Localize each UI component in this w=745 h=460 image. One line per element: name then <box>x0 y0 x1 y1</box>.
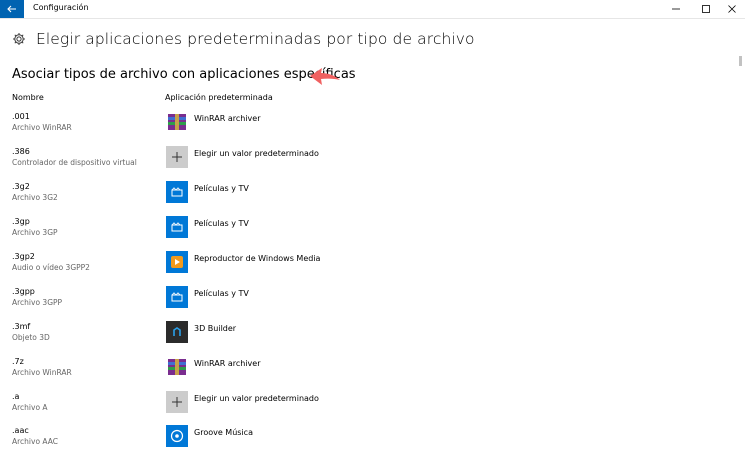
scrollbar[interactable] <box>739 56 742 66</box>
list-item: .a Archivo A Elegir un valor predetermin… <box>0 391 730 426</box>
file-description: Archivo 3GPP <box>12 298 63 307</box>
groove-music-icon[interactable] <box>166 425 188 447</box>
list-item: .3gpp Archivo 3GPP Películas y TV <box>0 286 730 321</box>
close-button[interactable] <box>717 0 745 18</box>
back-arrow-icon <box>7 5 16 13</box>
minimize-icon <box>672 8 680 10</box>
file-extension: .7z <box>12 357 24 366</box>
file-extension: .3gpp <box>12 287 35 296</box>
list-item: .3g2 Archivo 3G2 Películas y TV <box>0 181 730 216</box>
back-button[interactable] <box>0 0 24 18</box>
file-extension: .3g2 <box>12 182 30 191</box>
annotation-arrow-icon <box>310 68 340 85</box>
default-app-button[interactable]: WinRAR archiver <box>194 114 261 123</box>
default-app-button[interactable]: Reproductor de Windows Media <box>194 254 320 263</box>
file-extension: .3gp2 <box>12 252 35 261</box>
file-extension: .a <box>12 392 20 401</box>
maximize-icon <box>702 5 710 13</box>
choose-default-button[interactable]: Elegir un valor predeterminado <box>194 394 319 403</box>
file-description: Archivo AAC <box>12 437 58 446</box>
file-extension: .3mf <box>12 322 31 331</box>
choose-default-button[interactable]: Elegir un valor predeterminado <box>194 149 319 158</box>
title-bar: Configuración <box>0 0 745 19</box>
section-title: Asociar tipos de archivo con aplicacione… <box>12 67 356 82</box>
default-app-button[interactable]: Películas y TV <box>194 289 249 298</box>
windows-media-player-icon[interactable] <box>166 251 188 273</box>
window-title: Configuración <box>33 3 89 12</box>
page-title: Elegir aplicaciones predeterminadas por … <box>36 30 475 48</box>
file-description: Objeto 3D <box>12 333 50 342</box>
column-header-app: Aplicación predeterminada <box>165 93 273 102</box>
default-app-button[interactable]: Películas y TV <box>194 219 249 228</box>
file-description: Archivo WinRAR <box>12 368 72 377</box>
gear-icon <box>13 33 25 45</box>
file-description: Archivo WinRAR <box>12 123 72 132</box>
list-item: .386 Controlador de dispositivo virtual … <box>0 146 730 181</box>
plus-icon[interactable] <box>166 146 188 168</box>
default-app-button[interactable]: 3D Builder <box>194 324 236 333</box>
column-header-name: Nombre <box>12 93 44 102</box>
file-description: Archivo 3G2 <box>12 193 58 202</box>
page-header: Elegir aplicaciones predeterminadas por … <box>12 30 475 48</box>
movies-tv-icon[interactable] <box>166 286 188 308</box>
file-description: Archivo 3GP <box>12 228 58 237</box>
list-item: .001 Archivo WinRAR WinRAR archiver <box>0 111 730 146</box>
close-icon <box>728 5 736 13</box>
default-app-button[interactable]: Películas y TV <box>194 184 249 193</box>
list-item: .3gp Archivo 3GP Películas y TV <box>0 216 730 251</box>
file-description: Controlador de dispositivo virtual <box>12 158 137 167</box>
list-item: .3gp2 Audio o vídeo 3GPP2 Reproductor de… <box>0 251 730 286</box>
file-extension: .aac <box>12 426 29 435</box>
list-item: .3mf Objeto 3D 3D Builder <box>0 321 730 356</box>
file-extension: .3gp <box>12 217 30 226</box>
minimize-button[interactable] <box>661 0 691 18</box>
winrar-icon[interactable] <box>166 356 188 378</box>
3d-builder-icon[interactable] <box>166 321 188 343</box>
plus-icon[interactable] <box>166 391 188 413</box>
default-app-button[interactable]: Groove Música <box>194 428 253 437</box>
list-item: .7z Archivo WinRAR WinRAR archiver <box>0 356 730 391</box>
movies-tv-icon[interactable] <box>166 216 188 238</box>
list-item: .aac Archivo AAC Groove Música <box>0 425 730 460</box>
file-extension: .001 <box>12 112 30 121</box>
movies-tv-icon[interactable] <box>166 181 188 203</box>
file-description: Archivo A <box>12 403 48 412</box>
default-app-button[interactable]: WinRAR archiver <box>194 359 261 368</box>
file-description: Audio o vídeo 3GPP2 <box>12 263 90 272</box>
winrar-icon[interactable] <box>166 111 188 133</box>
file-extension: .386 <box>12 147 30 156</box>
